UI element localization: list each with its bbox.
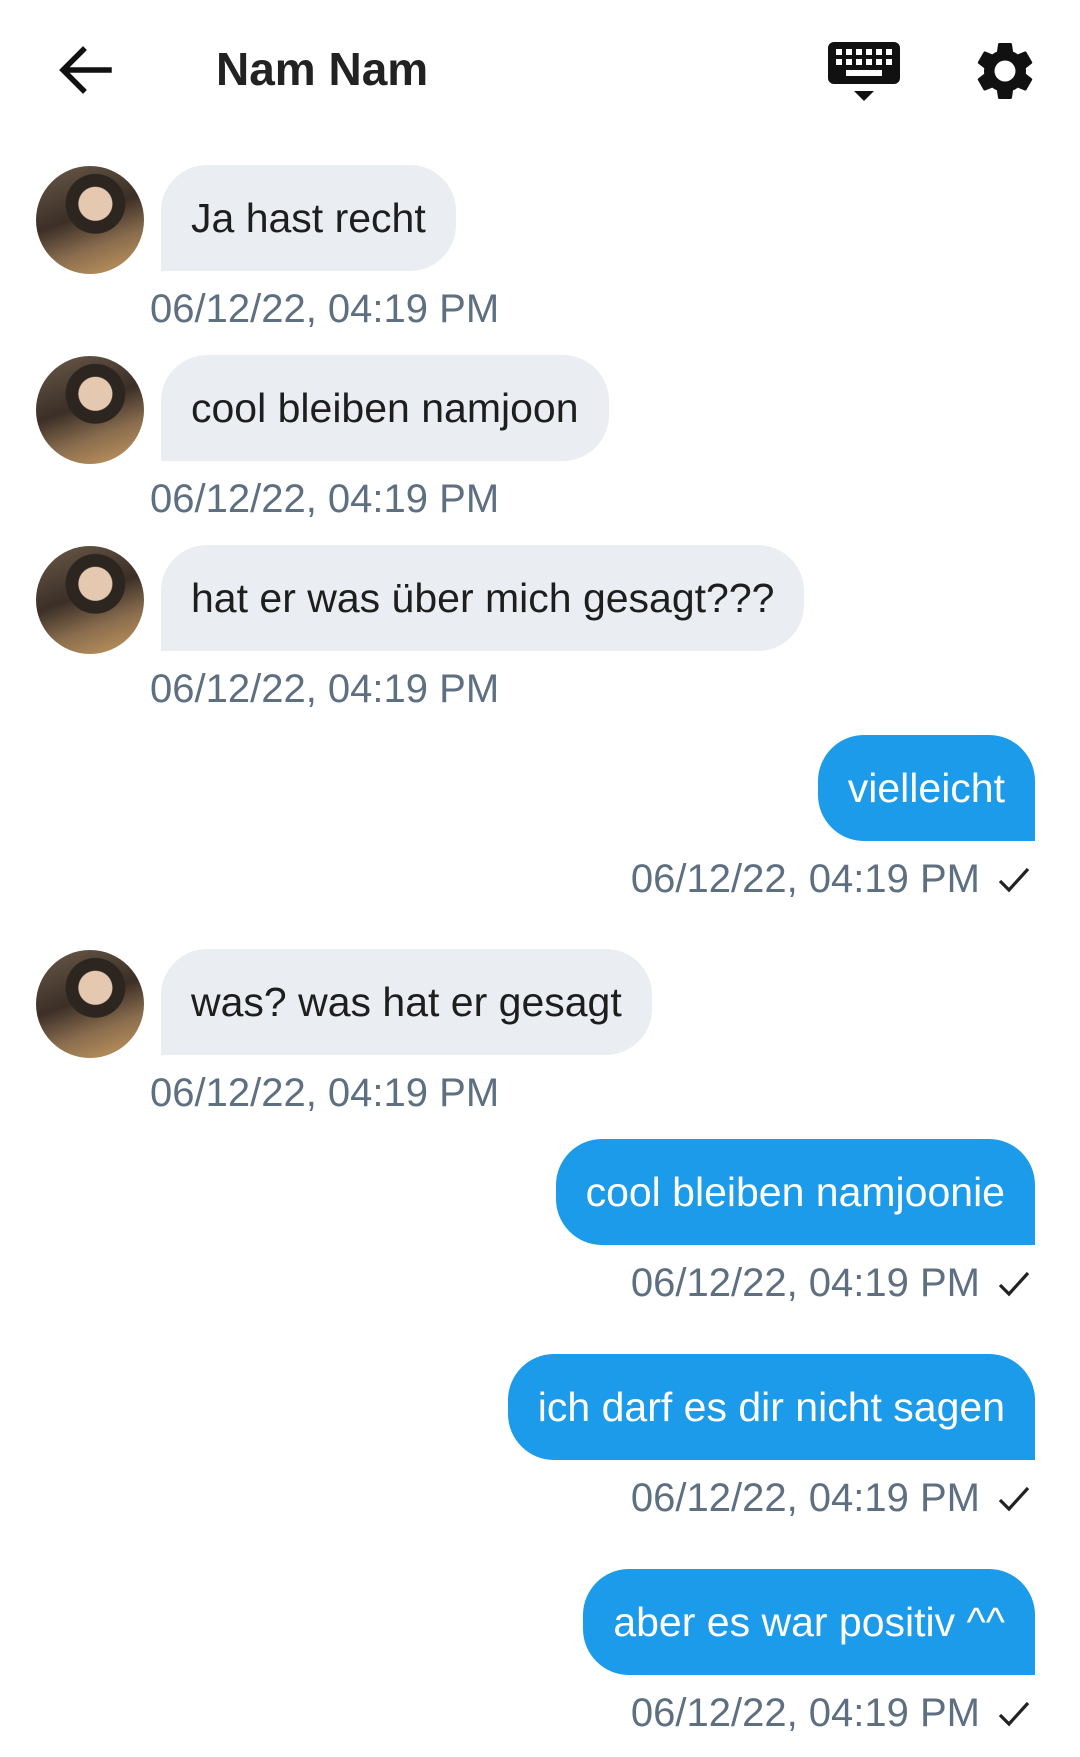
keyboard-icon xyxy=(828,42,900,101)
keyboard-button[interactable] xyxy=(826,36,902,106)
message-timestamp: 06/12/22, 04:19 PM xyxy=(630,1261,980,1305)
avatar[interactable] xyxy=(36,166,144,274)
message-timestamp: 06/12/22, 04:19 PM xyxy=(150,1071,500,1115)
message-bubble-outgoing[interactable]: cool bleiben namjoonie xyxy=(555,1139,1035,1245)
check-icon xyxy=(998,1701,1030,1727)
message-timestamp: 06/12/22, 04:19 PM xyxy=(150,477,500,521)
message-timestamp: 06/12/22, 04:19 PM xyxy=(630,1691,980,1735)
check-icon xyxy=(998,867,1030,893)
message-bubble-outgoing[interactable]: vielleicht xyxy=(817,735,1035,841)
avatar[interactable] xyxy=(36,356,144,464)
chat-title: Nam Nam xyxy=(216,43,429,95)
message-bubble-incoming[interactable]: was? was hat er gesagt xyxy=(161,949,652,1055)
chat-header: Nam Nam xyxy=(0,0,1080,140)
message-bubble-outgoing[interactable]: aber es war positiv ^^ xyxy=(583,1569,1035,1675)
arrow-left-icon xyxy=(59,46,112,94)
message-bubble-incoming[interactable]: Ja hast recht xyxy=(161,165,456,271)
message-timestamp: 06/12/22, 04:19 PM xyxy=(150,287,500,331)
avatar[interactable] xyxy=(36,950,144,1058)
message-timestamp: 06/12/22, 04:19 PM xyxy=(630,1476,980,1520)
message-timestamp: 06/12/22, 04:19 PM xyxy=(630,857,980,901)
message-timestamp: 06/12/22, 04:19 PM xyxy=(150,667,500,711)
back-button[interactable] xyxy=(48,30,122,110)
check-icon xyxy=(998,1271,1030,1297)
message-bubble-incoming[interactable]: cool bleiben namjoon xyxy=(161,355,609,461)
message-bubble-outgoing[interactable]: ich darf es dir nicht sagen xyxy=(507,1354,1035,1460)
avatar[interactable] xyxy=(36,546,144,654)
settings-button[interactable] xyxy=(970,36,1040,106)
gear-icon xyxy=(977,42,1033,99)
message-bubble-incoming[interactable]: hat er was über mich gesagt??? xyxy=(161,545,805,651)
check-icon xyxy=(998,1486,1030,1512)
